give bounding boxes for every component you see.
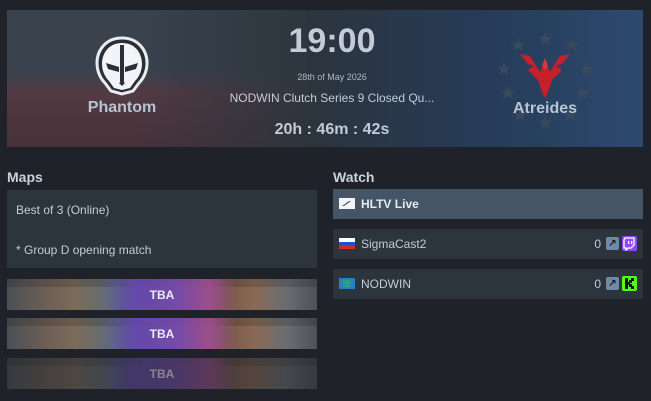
stream-name[interactable]: HLTV Live bbox=[361, 197, 419, 211]
russia-flag-icon bbox=[339, 238, 355, 249]
external-link-icon[interactable]: ↗ bbox=[606, 237, 619, 250]
map-entry-3[interactable]: TBA bbox=[7, 358, 317, 389]
maps-title: Maps bbox=[7, 169, 43, 185]
hltv-icon bbox=[339, 198, 355, 209]
world-flag-icon bbox=[339, 278, 355, 289]
map-label: TBA bbox=[149, 288, 175, 302]
maps-format: Best of 3 (Online) bbox=[16, 203, 110, 217]
maps-note: * Group D opening match bbox=[16, 243, 152, 257]
event-name[interactable]: NODWIN Clutch Series 9 Closed Qu... bbox=[207, 91, 457, 105]
countdown: 20h : 46m : 42s bbox=[274, 121, 390, 138]
stream-name[interactable]: SigmaCast2 bbox=[361, 237, 426, 251]
match-header: Phantom 19:00 28th of May 2026 NODWIN Cl… bbox=[7, 10, 643, 147]
external-link-icon[interactable]: ↗ bbox=[606, 277, 619, 290]
match-time: 19:00 bbox=[288, 22, 376, 60]
viewer-count: 0 bbox=[594, 277, 601, 291]
map-entry-1[interactable]: TBA bbox=[7, 279, 317, 310]
stream-row-hltv[interactable]: HLTV Live bbox=[333, 189, 643, 219]
team2-name[interactable]: Atreides bbox=[475, 100, 615, 118]
match-date: 28th of May 2026 bbox=[297, 72, 367, 82]
viewer-count: 0 bbox=[594, 237, 601, 251]
twitch-glyph-icon bbox=[623, 237, 635, 252]
kick-icon[interactable] bbox=[622, 276, 637, 291]
phantom-logo-icon bbox=[95, 36, 149, 96]
maps-info-box: Best of 3 (Online) * Group D opening mat… bbox=[7, 190, 317, 268]
map-entry-2[interactable]: TBA bbox=[7, 318, 317, 349]
twitch-icon[interactable] bbox=[622, 236, 637, 252]
stream-row-nodwin[interactable]: NODWIN 0 ↗ bbox=[333, 269, 643, 299]
stream-row-sigmacast2[interactable]: SigmaCast2 0 ↗ bbox=[333, 229, 643, 259]
watch-title: Watch bbox=[333, 169, 375, 185]
kick-glyph-icon bbox=[625, 278, 634, 289]
map-label: TBA bbox=[149, 327, 175, 341]
map-label: TBA bbox=[149, 367, 175, 381]
stream-name[interactable]: NODWIN bbox=[361, 277, 411, 291]
team1-name[interactable]: Phantom bbox=[67, 99, 177, 117]
